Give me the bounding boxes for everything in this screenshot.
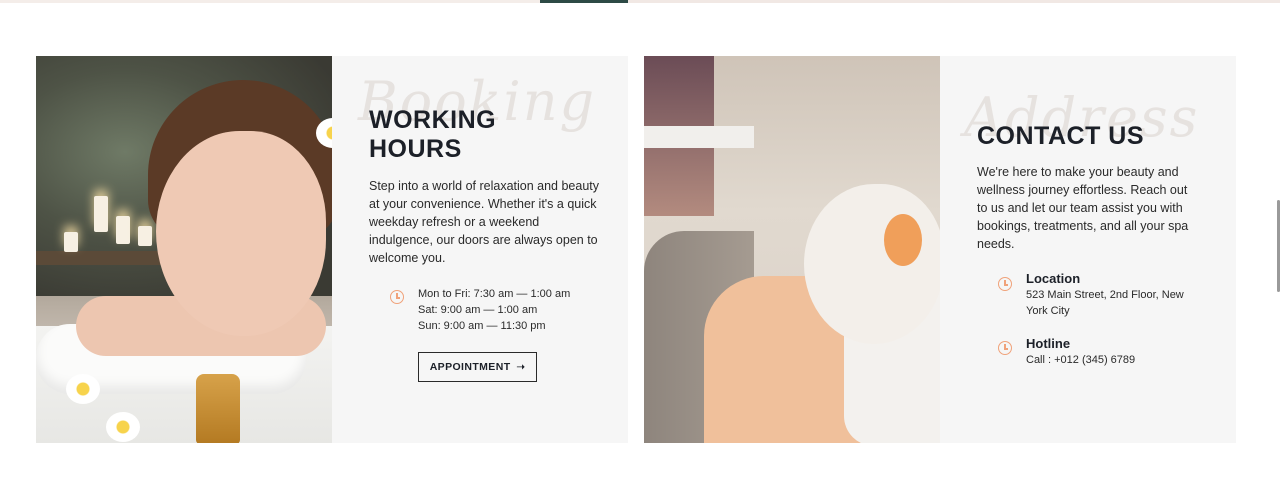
location-title: Location <box>1026 271 1081 286</box>
location-icon <box>998 277 1012 291</box>
appointment-button-label: APPOINTMENT <box>429 361 511 373</box>
schedule-list: Mon to Fri: 7:30 am — 1:00 am Sat: 9:00 … <box>418 286 570 334</box>
contact-description: We're here to make your beauty and welln… <box>977 165 1189 251</box>
location-text: 523 Main Street, 2nd Floor, New York Cit… <box>1026 289 1184 317</box>
working-hours-title: WORKING HOURS <box>369 106 497 163</box>
hotline-title: Hotline <box>1026 336 1071 351</box>
working-hours-panel: Booking WORKING HOURS Step into a world … <box>332 56 628 443</box>
contact-panel: Address CONTACT US We're here to make yo… <box>940 56 1236 443</box>
clock-icon <box>390 290 404 304</box>
facial-photo <box>644 56 940 443</box>
hotline-icon <box>998 341 1012 355</box>
top-image-strip <box>0 0 1280 4</box>
schedule-saturday: Sat: 9:00 am — 1:00 am <box>418 304 538 316</box>
hotline-block: Hotline Call : +012 (345) 6789 <box>1026 336 1196 368</box>
contact-title: CONTACT US <box>977 122 1145 150</box>
working-hours-card: Booking WORKING HOURS Step into a world … <box>36 56 628 443</box>
hotline-text[interactable]: Call : +012 (345) 6789 <box>1026 352 1196 368</box>
contact-card: Address CONTACT US We're here to make yo… <box>644 56 1236 443</box>
massage-photo <box>36 56 332 443</box>
arrow-right-icon: ➝ <box>516 361 526 373</box>
schedule-weekday: Mon to Fri: 7:30 am — 1:00 am <box>418 288 571 300</box>
working-hours-description: Step into a world of relaxation and beau… <box>369 179 600 265</box>
schedule-sunday: Sun: 9:00 am — 11:30 pm <box>418 320 546 332</box>
appointment-button[interactable]: APPOINTMENT ➝ <box>418 352 537 382</box>
location-block: Location 523 Main Street, 2nd Floor, New… <box>1026 271 1196 319</box>
